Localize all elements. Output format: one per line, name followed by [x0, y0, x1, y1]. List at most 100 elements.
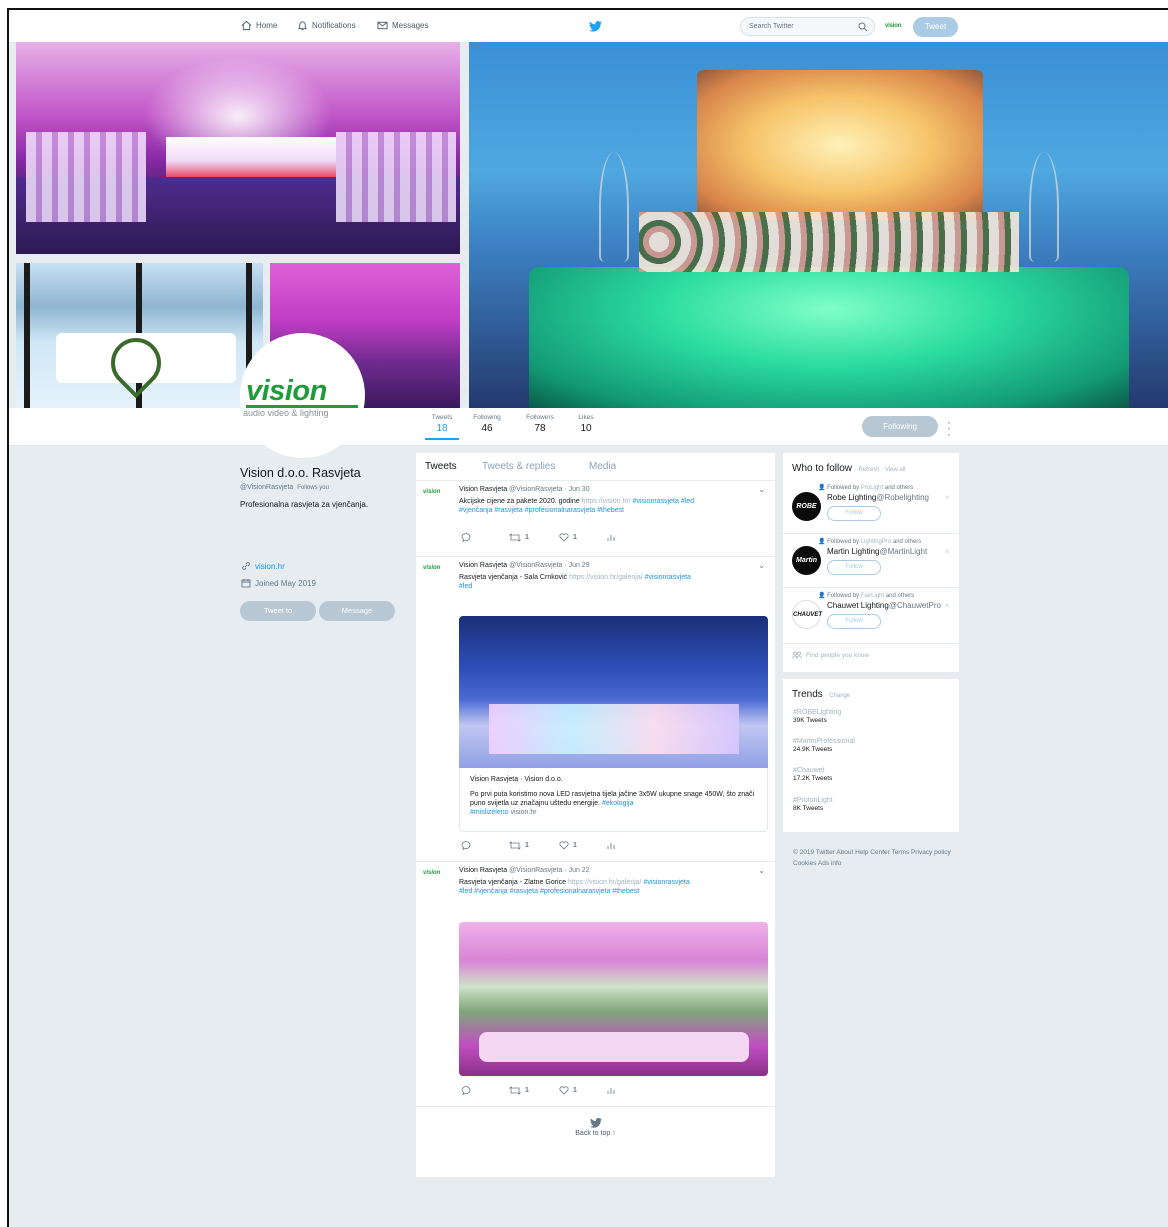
back-to-top[interactable]: Back to top ↑: [416, 1117, 775, 1137]
tweet-link[interactable]: https://vision.hr/galerija/: [568, 879, 642, 886]
profile-website[interactable]: vision.hr: [241, 561, 285, 571]
trend-name[interactable]: #ProtonLight: [793, 797, 833, 804]
search-icon[interactable]: [858, 22, 868, 32]
tweet[interactable]: vision Vision Rasvjeta @VisionRasvjeta ·…: [416, 557, 775, 862]
tweet-hashtags[interactable]: #vjenčanja #rasvjeta #profesionalnarasvj…: [459, 507, 624, 514]
suggestion-avatar[interactable]: CHAUVET: [792, 600, 822, 629]
fb-user[interactable]: LightingPro: [861, 539, 891, 545]
tweet-hashtags[interactable]: #led #vjenčanja #rasvjeta #profesionalna…: [459, 888, 639, 895]
like-button[interactable]: 1: [559, 533, 607, 542]
wtf-refresh-links[interactable]: · Refresh · View all: [855, 467, 906, 473]
suggestion-avatar[interactable]: Martin: [792, 546, 821, 575]
tweet-to-button[interactable]: Tweet to: [240, 601, 316, 621]
more-options-icon[interactable]: · · ·: [947, 416, 951, 440]
tweet-link[interactable]: https://vision.hr/: [582, 498, 631, 505]
trend-item[interactable]: #Chauwet 17.2K Tweets: [793, 767, 832, 782]
website-label[interactable]: vision.hr: [255, 562, 285, 571]
tab-media[interactable]: Media: [589, 461, 616, 472]
analytics-icon[interactable]: [607, 1086, 615, 1095]
tweet-author[interactable]: Vision Rasvjeta: [459, 486, 507, 493]
tweet[interactable]: vision Vision Rasvjeta @VisionRasvjeta ·…: [416, 481, 775, 557]
nav-home[interactable]: Home: [241, 20, 277, 31]
tweet-avatar[interactable]: vision: [423, 870, 440, 876]
stat-likes[interactable]: Likes 10: [574, 414, 598, 434]
stat-tweets[interactable]: Tweets 18: [425, 414, 459, 440]
like-button[interactable]: 1: [559, 1086, 607, 1095]
chevron-down-icon[interactable]: ⌄: [758, 866, 765, 875]
fb-user[interactable]: ProLight: [861, 485, 883, 491]
suggestion-display-name[interactable]: Robe Lighting: [827, 493, 876, 502]
search-input[interactable]: Search Twitter: [740, 17, 875, 36]
analytics-icon[interactable]: [607, 841, 615, 850]
tweet-hashtags[interactable]: #visionrasvjeta #led: [633, 498, 694, 505]
follow-button[interactable]: Follow: [827, 506, 881, 521]
tweet-hashtags[interactable]: #led: [459, 583, 472, 590]
profile-avatar[interactable]: vision audio video & lighting: [240, 333, 365, 458]
trend-item[interactable]: #ProtonLight 8K Tweets: [793, 797, 833, 812]
tweet-author[interactable]: Vision Rasvjeta: [459, 562, 507, 569]
trend-item[interactable]: #MartinProfessional 24.9K Tweets: [793, 738, 855, 753]
card-hashtag[interactable]: #mislizeleno: [470, 809, 509, 816]
like-button[interactable]: 1: [559, 841, 607, 850]
tweet-image[interactable]: [459, 922, 768, 1076]
follow-button[interactable]: Follow: [827, 614, 881, 629]
stat-following[interactable]: Following 46: [469, 414, 505, 434]
twitter-bird-icon[interactable]: [589, 21, 602, 32]
tweet-link[interactable]: https://vision.hr/galerija/: [569, 574, 643, 581]
trend-item[interactable]: #ROBELighting 39K Tweets: [793, 709, 841, 724]
reply-icon[interactable]: [461, 841, 509, 850]
back-to-top-label[interactable]: Back to top ↑: [575, 1130, 615, 1137]
nav-avatar[interactable]: vision: [885, 23, 901, 29]
fb-user[interactable]: FairLight: [861, 593, 884, 599]
dismiss-icon[interactable]: ✕: [944, 494, 950, 502]
chevron-down-icon[interactable]: ⌄: [758, 561, 765, 570]
card-link[interactable]: vision.hr: [510, 809, 536, 816]
suggestion-name[interactable]: Chauwet Lighting@ChauwetPro: [827, 601, 941, 610]
suggestion-handle[interactable]: @Robelighting: [876, 493, 929, 502]
tweet-avatar[interactable]: vision: [423, 565, 440, 571]
tweet[interactable]: vision Vision Rasvjeta @VisionRasvjeta ·…: [416, 862, 775, 1107]
reply-icon[interactable]: [461, 533, 509, 542]
tweet-avatar[interactable]: vision: [423, 489, 440, 495]
tweet-button[interactable]: Tweet: [913, 17, 958, 37]
retweet-button[interactable]: 1: [509, 841, 559, 850]
tab-tweets[interactable]: Tweets: [425, 461, 457, 472]
find-people-label[interactable]: Find people you know: [806, 652, 869, 659]
suggestion-handle[interactable]: @MartinLight: [879, 547, 927, 556]
trends-change-link[interactable]: · Change: [826, 693, 851, 699]
dismiss-icon[interactable]: ✕: [944, 602, 950, 610]
suggestion-display-name[interactable]: Chauwet Lighting: [827, 601, 889, 610]
following-button[interactable]: Following: [862, 416, 938, 437]
suggestion-avatar[interactable]: ROBE: [792, 492, 821, 521]
follow-button[interactable]: Follow: [827, 560, 881, 575]
suggestion-name[interactable]: Robe Lighting@Robelighting: [827, 493, 929, 502]
tweet-author[interactable]: Vision Rasvjeta: [459, 867, 507, 874]
chevron-down-icon[interactable]: ⌄: [758, 485, 765, 494]
message-button[interactable]: Message: [319, 601, 395, 621]
suggestion-handle[interactable]: @ChauwetPro: [889, 601, 941, 610]
suggestion-display-name[interactable]: Martin Lighting: [827, 547, 879, 556]
retweet-button[interactable]: 1: [509, 1086, 559, 1095]
profile-handle[interactable]: @VisionRasvjeta: [240, 484, 293, 491]
profile-name[interactable]: Vision d.o.o. Rasvjeta: [240, 466, 400, 480]
tweet-card-image[interactable]: [459, 616, 768, 768]
retweet-button[interactable]: 1: [509, 533, 559, 542]
suggestion-name[interactable]: Martin Lighting@MartinLight: [827, 547, 927, 556]
nav-messages[interactable]: Messages: [377, 20, 428, 31]
trends-panel: Trends · Change #ROBELighting 39K Tweets …: [783, 679, 959, 832]
tab-tweets-replies[interactable]: Tweets & replies: [482, 461, 555, 472]
trend-name[interactable]: #MartinProfessional: [793, 738, 855, 745]
trend-name[interactable]: #ROBELighting: [793, 709, 841, 716]
trend-name[interactable]: #Chauwet: [793, 767, 832, 774]
analytics-icon[interactable]: [607, 533, 615, 542]
card-hashtag[interactable]: #ekologija: [602, 800, 634, 807]
tweet-hashtags[interactable]: #visionrasvjeta: [643, 879, 689, 886]
tweet-hashtags[interactable]: #visionrasvjeta: [645, 574, 691, 581]
footer-links[interactable]: © 2019 Twitter About Help Center Terms P…: [793, 847, 953, 869]
dismiss-icon[interactable]: ✕: [944, 548, 950, 556]
find-people-link[interactable]: Find people you know: [792, 651, 869, 659]
stat-followers[interactable]: Followers 78: [523, 414, 557, 434]
reply-icon[interactable]: [461, 1086, 509, 1095]
nav-notifications[interactable]: Notifications: [297, 20, 356, 31]
tweet-card[interactable]: Vision Rasvjeta · Vision d.o.o. Po prvi …: [459, 768, 768, 832]
